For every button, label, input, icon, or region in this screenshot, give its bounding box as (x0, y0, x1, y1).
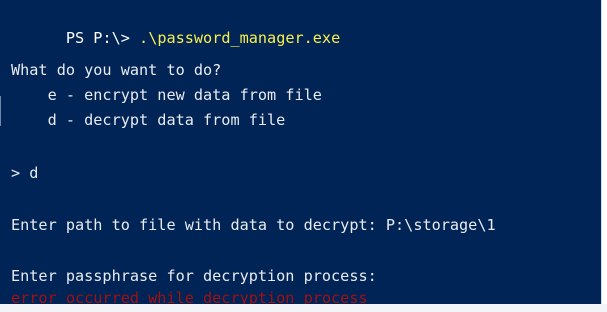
prompt-spacer (130, 29, 139, 47)
powershell-window: PS P:\> .\password_manager.exe What do y… (0, 0, 607, 312)
prompt-text: PS P:\> (65, 29, 130, 47)
question-line: What do you want to do? (11, 61, 222, 79)
console-output[interactable]: PS P:\> .\password_manager.exe What do y… (0, 0, 602, 304)
encrypt-option-line: e - encrypt new data from file (11, 86, 322, 104)
command-text: .\password_manager.exe (139, 29, 341, 47)
path-prompt-line: Enter path to file with data to decrypt:… (11, 216, 496, 234)
user-input-line: > d (11, 164, 39, 182)
command-line: PS P:\> .\password_manager.exe (11, 2, 340, 47)
passphrase-prompt-line: Enter passphrase for decryption process: (11, 267, 377, 285)
console-left-accent (0, 96, 1, 126)
error-message-line: error occurred while decryption process (11, 289, 368, 304)
decrypt-option-line: d - decrypt data from file (11, 111, 286, 129)
window-bottom-strip (0, 304, 607, 312)
